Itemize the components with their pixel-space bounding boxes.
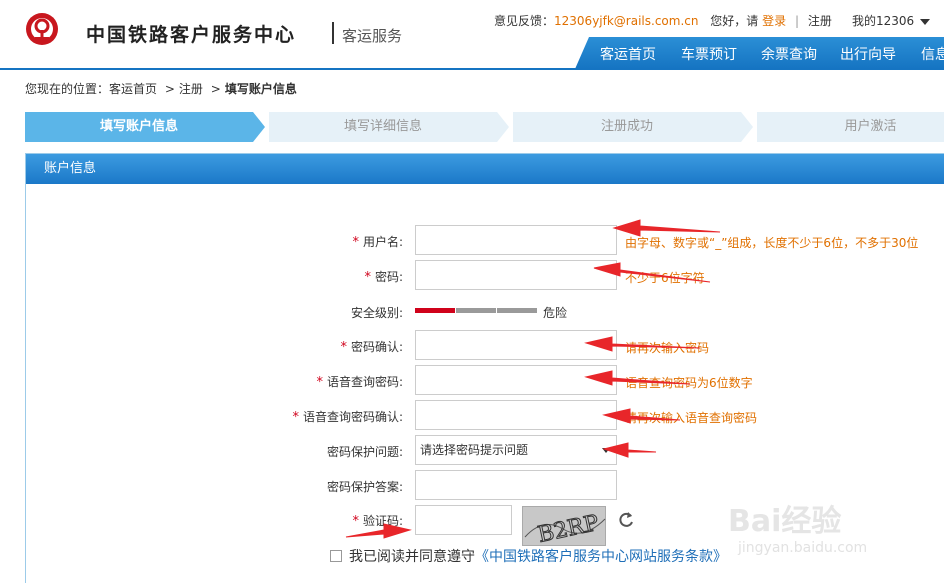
caret-down-icon [920,18,931,25]
greeting-text: 您好，请 [710,14,759,28]
feedback-label: 意见反馈： [494,14,555,28]
my12306-menu[interactable]: 我的12306 [852,12,931,29]
nav-info[interactable]: 信息 [921,44,944,64]
header-underline [0,68,944,70]
nav-tickets-query[interactable]: 余票查询 [761,44,817,64]
security-label: 安全级别: [350,306,403,320]
captcha-input[interactable] [415,505,512,535]
required-mark: * [292,410,299,425]
security-answer-input[interactable] [415,470,617,500]
username-label: * 用户名: [352,235,403,250]
required-mark: * [352,514,359,529]
site-title: 中国铁路客户服务中心 [86,24,297,46]
register-link[interactable]: 注册 [808,14,832,28]
username-input[interactable] [415,225,617,255]
title-divider [332,22,334,44]
security-question-label: 密码保护问题: [326,445,403,459]
captcha-text: B2RP [536,511,602,547]
step-arrow [741,112,753,142]
security-question-value: 请选择密码提示问题 [420,443,529,457]
username-hint: 由字母、数字或“_”组成，长度不少于6位，不多于30位 [625,236,919,250]
voice-confirm-hint: 请再次输入语音查询密码 [625,411,758,425]
railway-logo-icon[interactable] [25,12,59,46]
step-arrow [497,112,509,142]
voice-password-hint: 语音查询密码为6位数字 [625,376,753,390]
breadcrumb-sep: > [164,82,175,96]
my12306-label: 我的12306 [852,14,915,28]
confirm-password-label: * 密码确认: [340,340,403,355]
security-bar-3 [497,308,537,313]
breadcrumb-current: 填写账户信息 [224,82,297,96]
password-hint: 不少于6位字符 [625,271,705,285]
nav-booking[interactable]: 车票预订 [681,44,737,64]
terms-link[interactable]: 《中国铁路客户服务中心网站服务条款》 [475,549,727,565]
step-user-activation: 用户激活 [757,112,944,142]
header: 中国铁路客户服务中心 客运服务 意见反馈：12306yjfk@rails.com… [0,0,944,70]
breadcrumb-home[interactable]: 客运首页 [109,82,157,96]
agree-checkbox[interactable] [330,550,342,562]
step-account-info: 填写账户信息 [25,112,253,142]
voice-confirm-label: * 语音查询密码确认: [292,410,403,425]
confirm-password-input[interactable] [415,330,617,360]
nav-home[interactable]: 客运首页 [600,44,656,64]
voice-password-label: * 语音查询密码: [316,375,403,390]
required-mark: * [340,340,347,355]
required-mark: * [352,235,359,250]
site-subtitle: 客运服务 [342,27,403,45]
refresh-icon[interactable] [616,510,636,530]
breadcrumb: 您现在的位置：客运首页 > 注册 > 填写账户信息 [25,80,297,97]
step-register-success: 注册成功 [513,112,741,142]
password-input[interactable] [415,260,617,290]
breadcrumb-prefix: 您现在的位置： [25,82,110,96]
progress-steps: 填写账户信息 填写详细信息 注册成功 用户激活 [25,112,944,142]
baidu-watermark: Bai经验 [728,504,842,539]
agree-label: 我已阅读并同意遵守 [349,549,475,565]
chevron-down-icon [602,448,610,453]
page: { "header": { "title": "中国铁路客户服务中心", "su… [0,0,944,583]
voice-confirm-input[interactable] [415,400,617,430]
security-bar-2 [456,308,496,313]
captcha-text-icon: B2RP [524,510,606,549]
top-links: 意见反馈：12306yjfk@rails.com.cn 您好，请 登录 | 注册 [494,12,832,29]
panel-title: 账户信息 [26,154,944,184]
agree-text: 我已阅读并同意遵守《中国铁路客户服务中心网站服务条款》 [349,546,727,566]
step-arrow [253,112,265,142]
security-question-select[interactable]: 请选择密码提示问题 [415,435,617,465]
password-label: * 密码: [364,270,403,285]
top-divider: | [794,14,800,28]
breadcrumb-sep: > [210,82,221,96]
baidu-watermark-url: jingyan.baidu.com [738,540,868,556]
confirm-password-hint: 请再次输入密码 [625,341,710,355]
step-detail-info: 填写详细信息 [269,112,497,142]
security-bar-1 [415,308,455,313]
required-mark: * [316,375,323,390]
breadcrumb-register[interactable]: 注册 [179,82,203,96]
required-mark: * [364,270,371,285]
captcha-image[interactable]: B2RP [522,506,606,549]
nav-travel-guide[interactable]: 出行向导 [840,44,896,64]
feedback-email-link[interactable]: 12306yjfk@rails.com.cn [554,14,698,28]
security-text: 危险 [543,306,568,320]
main-nav: 客运首页 车票预订 余票查询 出行向导 信息 [575,37,944,69]
voice-password-input[interactable] [415,365,617,395]
captcha-label: * 验证码: [352,514,403,529]
security-answer-label: 密码保护答案: [326,480,403,494]
login-link[interactable]: 登录 [762,14,786,28]
